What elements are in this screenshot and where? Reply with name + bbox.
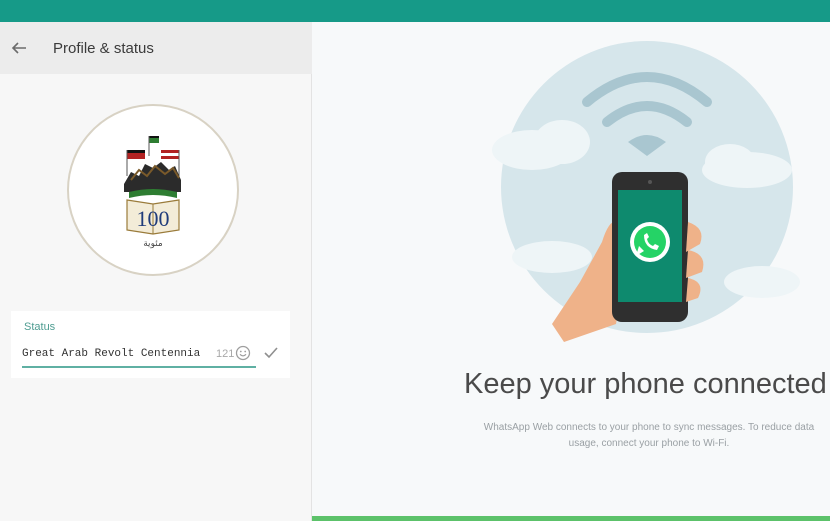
profile-photo[interactable]: 100 مئوية <box>67 104 239 276</box>
profile-drawer: Profile & status 100 مئوية Status Great … <box>0 22 312 521</box>
emblem-caption: مئوية <box>143 239 163 249</box>
centennial-emblem-icon: 100 مئوية <box>124 136 181 249</box>
drawer-header: Profile & status <box>0 22 312 74</box>
intro-panel: Keep your phone connected WhatsApp Web c… <box>312 22 830 521</box>
check-icon[interactable] <box>263 346 279 360</box>
status-label: Status <box>24 321 56 333</box>
emblem-number: 100 <box>137 206 170 231</box>
status-underline <box>22 366 256 368</box>
emoji-icon[interactable] <box>235 345 251 361</box>
intro-title: Keep your phone connected <box>464 368 827 400</box>
intro-description: WhatsApp Web connects to your phone to s… <box>483 422 815 449</box>
drawer-title: Profile & status <box>53 40 154 57</box>
phone-connected-illustration <box>492 41 800 342</box>
status-section: Status 121 <box>11 311 290 378</box>
back-arrow-icon[interactable] <box>10 39 28 57</box>
top-bar <box>0 0 830 22</box>
char-count: 121 <box>216 348 235 360</box>
whatsapp-logo-icon <box>630 222 670 262</box>
status-input[interactable] <box>22 345 202 363</box>
bottom-accent-bar <box>312 516 830 521</box>
